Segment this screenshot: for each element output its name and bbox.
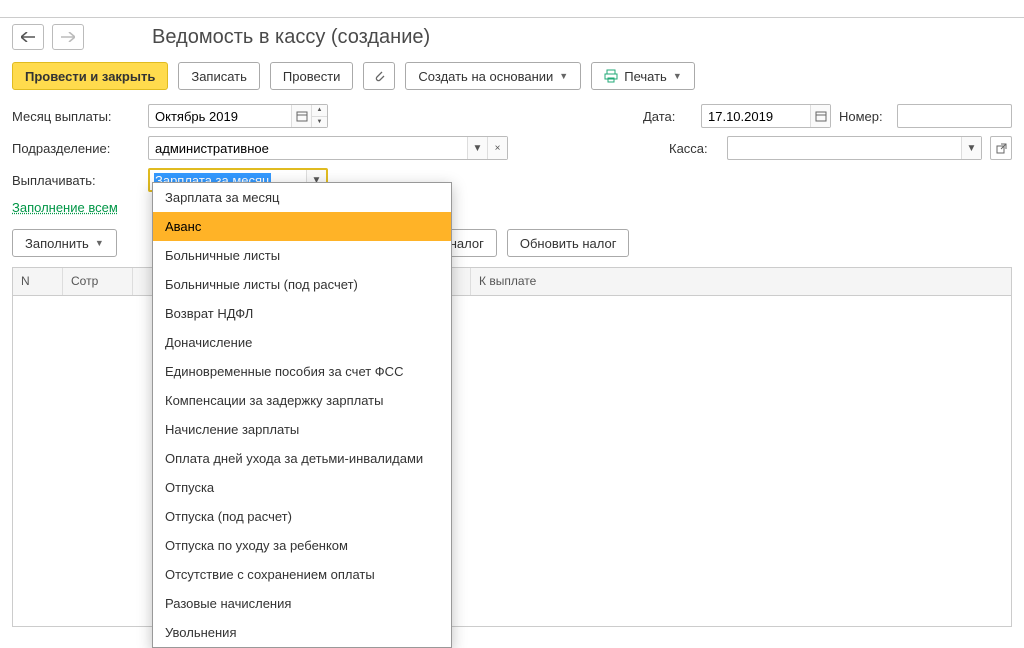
chevron-down-icon[interactable]: ▼ <box>467 137 487 159</box>
dropdown-item[interactable]: Отпуска <box>153 473 451 502</box>
back-button[interactable] <box>12 24 44 50</box>
spinner-down-icon[interactable]: ▼ <box>311 117 327 128</box>
dropdown-item[interactable]: Возврат НДФЛ <box>153 299 451 328</box>
dropdown-item[interactable]: Доначисление <box>153 328 451 357</box>
post-and-close-button[interactable]: Провести и закрыть <box>12 62 168 90</box>
dropdown-item[interactable]: Разовые начисления <box>153 589 451 618</box>
update-tax-button[interactable]: Обновить налог <box>507 229 630 257</box>
dropdown-item[interactable]: Отпуска по уходу за ребенком <box>153 531 451 560</box>
date-input[interactable] <box>702 105 810 127</box>
dropdown-item[interactable]: Аванс <box>153 212 451 241</box>
date-label: Дата: <box>643 109 693 124</box>
column-n[interactable]: N <box>13 268 63 295</box>
dropdown-item[interactable]: Отсутствие с сохранением оплаты <box>153 560 451 589</box>
chevron-down-icon: ▼ <box>559 71 568 81</box>
pay-label: Выплачивать: <box>12 173 140 188</box>
main-toolbar: Провести и закрыть Записать Провести Соз… <box>0 56 1024 104</box>
dropdown-item[interactable]: Увольнения <box>153 618 451 647</box>
open-link-icon[interactable] <box>990 136 1012 160</box>
cash-input[interactable] <box>728 137 961 159</box>
dropdown-item[interactable]: Единовременные пособия за счет ФСС <box>153 357 451 386</box>
month-field[interactable]: ▲ ▼ <box>148 104 328 128</box>
dropdown-item[interactable]: Отпуска (под расчет) <box>153 502 451 531</box>
month-spinner[interactable]: ▲ ▼ <box>311 105 327 127</box>
dropdown-item[interactable]: Зарплата за месяц <box>153 183 451 212</box>
dept-field[interactable]: ▼ × <box>148 136 508 160</box>
dropdown-item[interactable]: Компенсации за задержку зарплаты <box>153 386 451 415</box>
dropdown-item[interactable]: Начисление зарплаты <box>153 415 451 444</box>
cash-field[interactable]: ▼ <box>727 136 982 160</box>
date-field[interactable] <box>701 104 831 128</box>
forward-button[interactable] <box>52 24 84 50</box>
write-button[interactable]: Записать <box>178 62 260 90</box>
attach-button[interactable] <box>363 62 395 90</box>
fill-button[interactable]: Заполнить ▼ <box>12 229 117 257</box>
month-label: Месяц выплаты: <box>12 109 140 124</box>
dept-input[interactable] <box>149 137 467 159</box>
spinner-up-icon[interactable]: ▲ <box>311 105 327 117</box>
dropdown-item[interactable]: Оплата дней ухода за детьми-инвалидами <box>153 444 451 473</box>
dropdown-item[interactable]: Больничные листы <box>153 241 451 270</box>
number-input[interactable] <box>898 105 1011 127</box>
dept-label: Подразделение: <box>12 141 140 156</box>
printer-icon <box>604 69 618 83</box>
clear-icon[interactable]: × <box>487 137 507 159</box>
chevron-down-icon: ▼ <box>95 238 104 248</box>
number-field[interactable] <box>897 104 1012 128</box>
column-payout[interactable]: К выплате <box>471 268 1011 295</box>
chevron-down-icon[interactable]: ▼ <box>961 137 981 159</box>
chevron-down-icon: ▼ <box>673 71 682 81</box>
cash-label: Касса: <box>669 141 719 156</box>
fill-all-link[interactable]: Заполнение всем <box>12 200 118 215</box>
calendar-icon[interactable] <box>810 105 830 127</box>
calendar-icon[interactable] <box>291 105 311 127</box>
window-topbar <box>0 0 1024 18</box>
page-title: Ведомость в кассу (создание) <box>152 26 430 49</box>
print-button[interactable]: Печать ▼ <box>591 62 695 90</box>
post-button[interactable]: Провести <box>270 62 354 90</box>
dropdown-item[interactable]: Больничные листы (под расчет) <box>153 270 451 299</box>
paperclip-icon <box>372 69 386 83</box>
column-employee[interactable]: Сотр <box>63 268 133 295</box>
nav-row: Ведомость в кассу (создание) <box>0 18 1024 56</box>
pay-dropdown[interactable]: Зарплата за месяцАвансБольничные листыБо… <box>152 182 452 648</box>
number-label: Номер: <box>839 109 889 124</box>
month-input[interactable] <box>149 105 291 127</box>
create-based-on-button[interactable]: Создать на основании ▼ <box>405 62 581 90</box>
